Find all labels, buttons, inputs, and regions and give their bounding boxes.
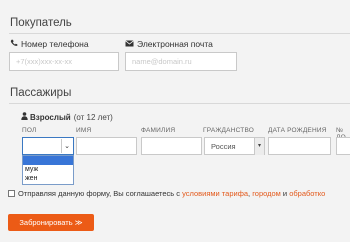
document-number-input[interactable] — [336, 137, 350, 155]
first-name-input[interactable] — [76, 137, 137, 155]
tariff-terms-link[interactable]: условиями тарифа — [182, 189, 248, 198]
surname-input[interactable] — [141, 137, 202, 155]
citizenship-select[interactable]: Россия ▾ — [204, 137, 265, 155]
city-link[interactable]: городом — [252, 189, 281, 198]
email-label-text: Электронная почта — [137, 39, 213, 49]
gender-select[interactable]: ⌄ — [22, 137, 74, 155]
passenger-type-note: (от 12 лет) — [73, 112, 113, 122]
email-label: Электронная почта — [125, 39, 213, 49]
gender-option-male[interactable]: муж — [23, 165, 73, 174]
agreement-and: и — [280, 189, 290, 198]
gender-options-list: муж жен — [22, 155, 74, 185]
birthdate-column-label: ДАТА РОЖДЕНИЯ — [268, 127, 327, 134]
gender-option-empty[interactable] — [23, 156, 73, 165]
phone-label: Номер телефона — [10, 39, 89, 49]
passenger-type-label: Взрослый — [30, 112, 71, 122]
phone-icon — [10, 39, 18, 49]
citizenship-column-label: ГРАЖДАНСТВО — [203, 127, 255, 134]
passenger-type: Взрослый (от 12 лет) — [21, 112, 113, 122]
buyer-divider — [9, 33, 350, 34]
processing-link[interactable]: обработко — [289, 189, 325, 198]
passengers-divider — [9, 103, 350, 104]
gender-option-female[interactable]: жен — [23, 174, 73, 183]
passengers-section-title: Пассажиры — [10, 87, 72, 99]
book-button[interactable]: Забронировать ≫ — [8, 214, 94, 231]
gender-column-label: ПОЛ — [22, 127, 37, 134]
agreement-prefix: Отправляя данную форму, Вы соглашаетесь … — [18, 189, 183, 198]
name-column-label: ИМЯ — [76, 127, 92, 134]
agreement-checkbox[interactable] — [8, 190, 15, 197]
email-input[interactable]: name@domain.ru — [125, 52, 237, 71]
chevron-down-icon[interactable]: ⌄ — [61, 139, 72, 153]
agreement-text: Отправляя данную форму, Вы соглашаетесь … — [18, 189, 325, 198]
email-icon — [125, 39, 134, 49]
phone-input[interactable]: +7(ххх)ххх-хх-хх — [9, 52, 119, 71]
citizenship-value: Россия — [211, 142, 236, 151]
buyer-section-title: Покупатель — [10, 17, 72, 29]
birthdate-input[interactable] — [268, 137, 331, 155]
chevron-down-icon[interactable]: ▾ — [254, 138, 264, 155]
surname-column-label: ФАМИЛИЯ — [141, 127, 176, 134]
person-icon — [21, 112, 28, 122]
phone-label-text: Номер телефона — [21, 39, 89, 49]
